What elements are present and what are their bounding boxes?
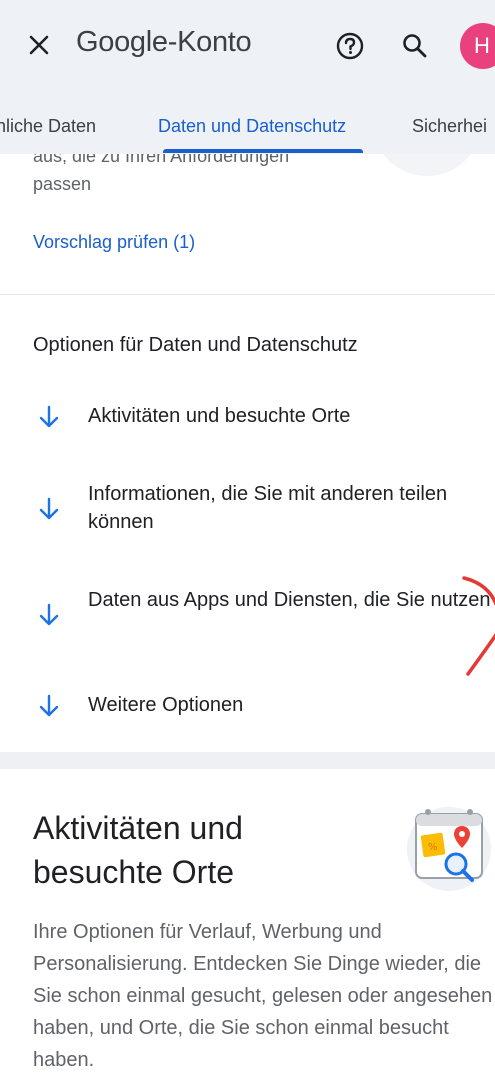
main-content: aus, die zu Ihren Anforderungen passen V… bbox=[0, 154, 495, 1080]
arrow-down-icon bbox=[39, 405, 59, 428]
app-header: Google-Konto H nliche Daten Daten und Da… bbox=[0, 0, 495, 154]
search-button[interactable] bbox=[395, 26, 435, 66]
divider bbox=[0, 294, 495, 295]
search-icon bbox=[403, 34, 427, 58]
brand-suffix: -Konto bbox=[167, 26, 252, 58]
suggestion-line-2: passen bbox=[33, 174, 92, 194]
close-button[interactable] bbox=[22, 28, 56, 62]
activity-section-description: Ihre Optionen für Verlauf, Werbung und P… bbox=[33, 921, 493, 1071]
avatar[interactable]: H bbox=[460, 23, 495, 69]
option-label: Daten aus Apps und Diensten, die Sie nut… bbox=[88, 589, 491, 611]
option-label: Weitere Optionen bbox=[88, 694, 244, 716]
activity-section-title: Aktivitäten und besuchte Orte bbox=[33, 810, 243, 890]
tab-security[interactable]: Sicherhei bbox=[412, 116, 487, 137]
suggestion-description: aus, die zu Ihren Anforderungen passen bbox=[33, 154, 289, 198]
tab-bar: nliche Daten Daten und Datenschutz Siche… bbox=[0, 100, 495, 154]
active-tab-indicator bbox=[163, 149, 363, 153]
arrow-down-icon bbox=[39, 694, 59, 717]
google-wordmark: Google bbox=[76, 26, 168, 58]
calendar-map-search-illustration: % bbox=[407, 807, 491, 891]
suggestion-line-1: aus, die zu Ihren Anforderungen bbox=[33, 154, 290, 166]
option-label: Aktivitäten und besuchte Orte bbox=[88, 405, 351, 427]
avatar-letter: H bbox=[474, 33, 490, 58]
arrow-down-icon bbox=[39, 603, 59, 626]
review-suggestion-link[interactable]: Vorschlag prüfen (1) bbox=[33, 232, 195, 253]
tab-data-privacy[interactable]: Daten und Datenschutz bbox=[158, 116, 346, 137]
suggestion-illustration-bg bbox=[372, 154, 482, 176]
option-label: Informationen, die Sie mit anderen teile… bbox=[88, 483, 448, 533]
svg-text:%: % bbox=[428, 842, 438, 853]
privacy-options-heading: Optionen für Daten und Datenschutz bbox=[33, 334, 358, 356]
page-title: Google-Konto bbox=[76, 26, 252, 59]
help-button[interactable] bbox=[330, 26, 370, 66]
section-separator bbox=[0, 752, 495, 769]
arrow-down-icon bbox=[39, 497, 59, 520]
tab-personal-info[interactable]: nliche Daten bbox=[0, 116, 96, 137]
close-icon bbox=[29, 35, 49, 55]
help-circle-icon bbox=[336, 32, 364, 60]
